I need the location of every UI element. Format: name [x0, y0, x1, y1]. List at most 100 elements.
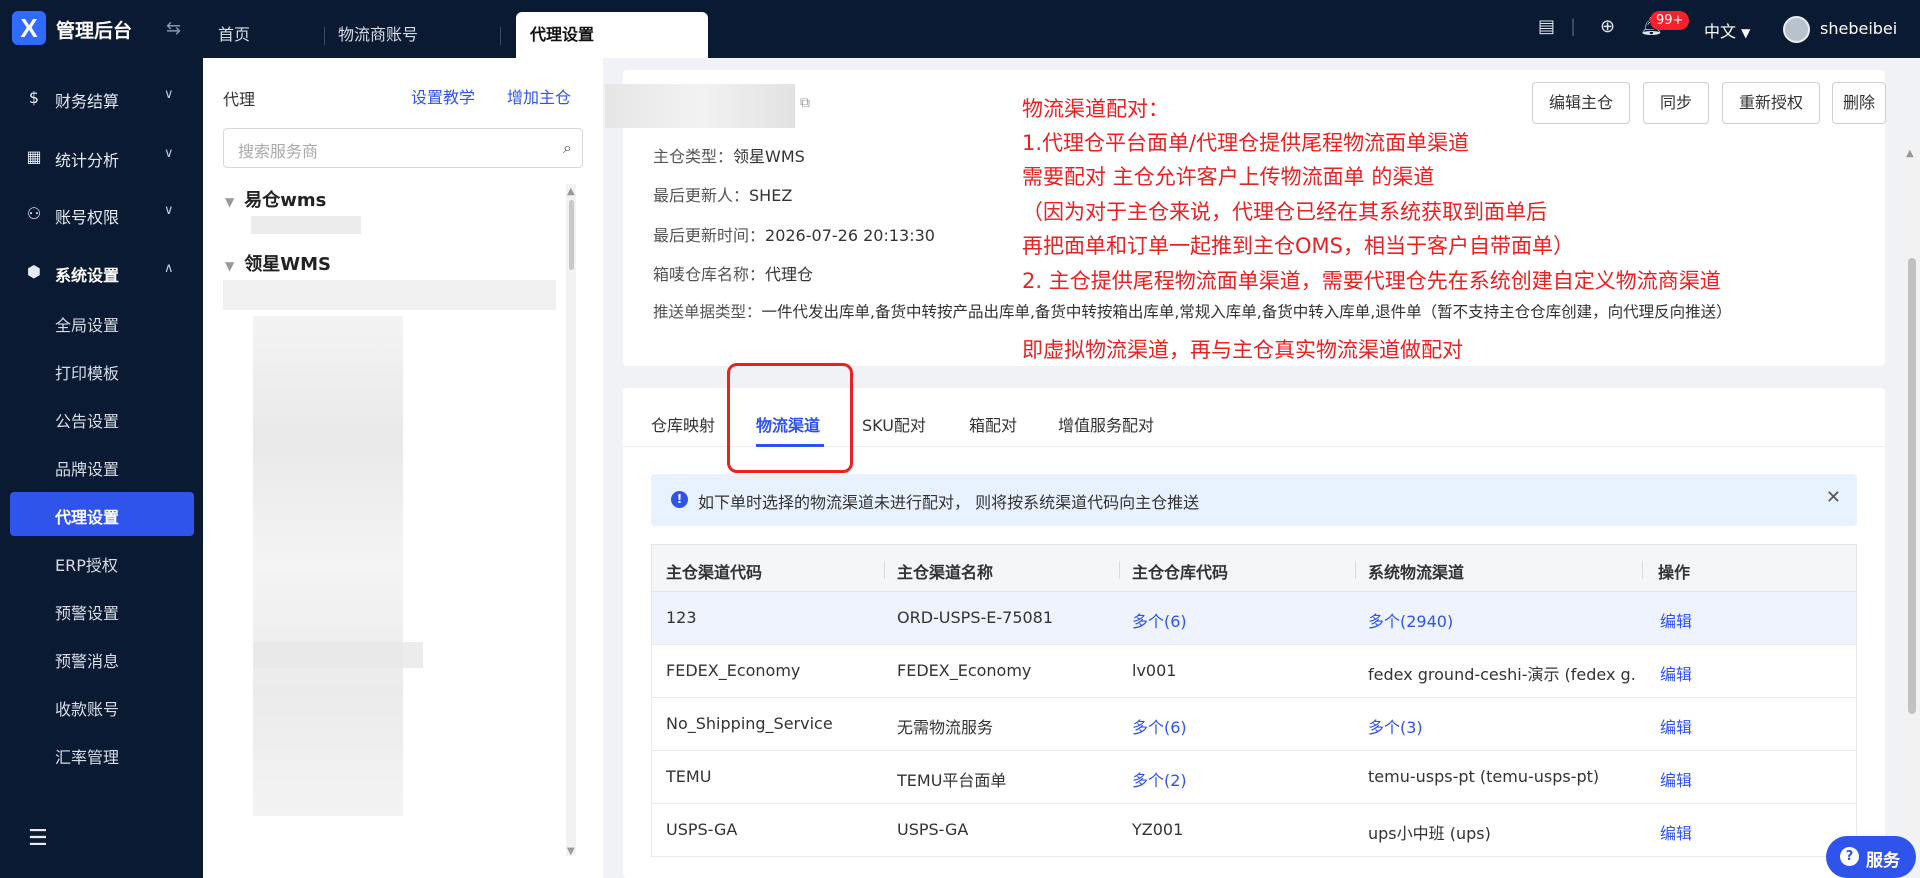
table-row[interactable]: No_Shipping_Service 无需物流服务 多个(6) 多个(3) 编…: [651, 698, 1857, 751]
table-row[interactable]: 123 ORD-USPS-E-75081 多个(6) 多个(2940) 编辑: [651, 592, 1857, 645]
sidebar-item-alert-settings[interactable]: 预警设置: [10, 588, 194, 632]
sidebar-item-finance[interactable]: $ 财务结算 ∨: [0, 78, 203, 118]
tab-divider: [324, 27, 325, 45]
edit-link[interactable]: 编辑: [1660, 820, 1692, 844]
cell-system-channel: temu-usps-pt (temu-usps-pt): [1368, 767, 1600, 786]
sidebar-item-system-settings[interactable]: ⬢ 系统设置 ∧: [0, 252, 203, 292]
cell-system-channel-link[interactable]: 多个(2940): [1368, 608, 1453, 632]
sidebar-item-alert-messages[interactable]: 预警消息: [10, 636, 194, 680]
sidebar-item-label: 预警设置: [55, 604, 120, 623]
cell-warehouse-code-link[interactable]: 多个(6): [1132, 714, 1187, 738]
sidebar-item-exchange-rate[interactable]: 汇率管理: [10, 732, 194, 776]
table-row[interactable]: USPS-GA USPS-GA YZ001 ups小中班 (ups) 编辑: [651, 804, 1857, 857]
annotation-line: 再把面单和订单一起推到主仓OMS，相当于客户自带面单）: [1022, 234, 1574, 258]
username[interactable]: shebeibei: [1820, 19, 1897, 38]
scrollbar[interactable]: [566, 184, 576, 856]
inbox-icon[interactable]: ▤: [1538, 16, 1555, 37]
panel-title: 代理: [223, 90, 256, 109]
info-label: 箱唛仓库名称：: [653, 265, 766, 284]
search-input[interactable]: 搜索服务商 ⌕: [223, 128, 583, 168]
sidebar-item-agent-settings[interactable]: 代理设置: [10, 492, 194, 536]
service-button[interactable]: ? 服务: [1826, 836, 1916, 878]
info-last-updated-by: 最后更新人：SHEZ: [653, 182, 792, 206]
scroll-up-icon[interactable]: ▲: [567, 186, 575, 197]
sidebar-item-erp[interactable]: ERP授权: [10, 540, 194, 584]
chevron-down-icon: ∨: [164, 146, 174, 161]
sidebar: $ 财务结算 ∨ ▦ 统计分析 ∨ ⚇ 账号权限 ∨ ⬢ 系统设置 ∧ 全局设置…: [0, 58, 203, 878]
sync-button[interactable]: 同步: [1643, 82, 1709, 124]
annotation-line: 需要配对 主仓允许客户上传物流面单 的渠道: [1022, 165, 1435, 189]
tab-warehouse-mapping[interactable]: 仓库映射: [651, 412, 715, 436]
tree-node-yicang[interactable]: ▼ 易仓wms: [225, 186, 326, 212]
tree-node-label: 领星WMS: [244, 254, 331, 275]
cell-channel-name: 无需物流服务: [897, 718, 994, 737]
scroll-up-icon[interactable]: ▲: [1906, 148, 1914, 159]
search-icon[interactable]: ⌕: [563, 138, 572, 158]
info-label: 主仓类型：: [653, 147, 734, 166]
sidebar-item-permissions[interactable]: ⚇ 账号权限 ∨: [0, 194, 203, 234]
tab-logistics-accounts[interactable]: 物流商账号: [338, 12, 418, 58]
org-icon: ⚇: [26, 204, 42, 223]
page-scrollbar-thumb[interactable]: [1908, 258, 1916, 714]
tab-value-added-pairing[interactable]: 增值服务配对: [1058, 412, 1154, 436]
service-label: 服务: [1866, 851, 1900, 871]
scrollbar-thumb[interactable]: [569, 200, 574, 270]
tab-box-pairing[interactable]: 箱配对: [969, 412, 1017, 436]
column-divider: [1355, 561, 1356, 579]
avatar[interactable]: [1783, 16, 1810, 43]
sidebar-item-print-templates[interactable]: 打印模板: [10, 348, 194, 392]
delete-button[interactable]: 删除: [1832, 82, 1886, 124]
language-selector[interactable]: 中文 ▼: [1704, 18, 1750, 42]
edit-main-warehouse-button[interactable]: 编辑主仓: [1532, 82, 1630, 124]
reauthorize-button[interactable]: 重新授权: [1722, 82, 1820, 124]
add-main-warehouse-link[interactable]: 增加主仓: [507, 84, 571, 108]
sidebar-item-label: 代理设置: [55, 508, 120, 527]
table-row[interactable]: TEMU TEMU平台面单 多个(2) temu-usps-pt (temu-u…: [651, 751, 1857, 804]
edit-link[interactable]: 编辑: [1660, 767, 1692, 791]
sidebar-item-brand[interactable]: 品牌设置: [10, 444, 194, 488]
sidebar-item-statistics[interactable]: ▦ 统计分析 ∨: [0, 137, 203, 177]
gear-icon: ⬢: [27, 262, 41, 281]
copy-icon[interactable]: ⧉: [800, 95, 810, 111]
tutorial-link[interactable]: 设置教学: [411, 84, 475, 108]
sidebar-item-announcements[interactable]: 公告设置: [10, 396, 194, 440]
menu-icon[interactable]: ☰: [28, 826, 48, 851]
download-icon[interactable]: ⊕: [1600, 16, 1615, 37]
sidebar-item-label: 统计分析: [55, 151, 120, 170]
cell-warehouse-code-link[interactable]: 多个(6): [1132, 608, 1187, 632]
cell-system-channel-link[interactable]: 多个(3): [1368, 714, 1423, 738]
redacted-item-selected[interactable]: [223, 280, 556, 310]
collapse-arrows-icon[interactable]: ⇆: [166, 18, 181, 39]
sidebar-item-label: 汇率管理: [55, 748, 120, 767]
info-value: 2026-07-26 20:13:30: [765, 226, 935, 245]
cell-channel-code: TEMU: [666, 767, 712, 786]
tab-sku-pairing[interactable]: SKU配对: [862, 412, 926, 436]
sidebar-item-global-settings[interactable]: 全局设置: [10, 300, 194, 344]
table-row[interactable]: FEDEX_Economy FEDEX_Economy lv001 fedex …: [651, 645, 1857, 698]
close-icon[interactable]: ✕: [1826, 487, 1841, 508]
info-label: 推送单据类型：: [653, 303, 762, 321]
edit-link[interactable]: 编辑: [1660, 608, 1692, 632]
edit-link[interactable]: 编辑: [1660, 714, 1692, 738]
sidebar-item-label: 预警消息: [55, 652, 120, 671]
cell-channel-name: USPS-GA: [897, 820, 969, 839]
tab-home[interactable]: 首页: [218, 12, 250, 58]
cell-channel-code: No_Shipping_Service: [666, 714, 833, 733]
sidebar-item-label: 财务结算: [55, 92, 120, 111]
scroll-down-icon[interactable]: ▼: [567, 846, 575, 857]
cell-warehouse-code-link[interactable]: 多个(2): [1132, 767, 1187, 791]
tab-agent-settings[interactable]: 代理设置: [516, 12, 708, 58]
tree-node-lingxing[interactable]: ▼ 领星WMS: [225, 250, 331, 276]
cell-warehouse-code: lv001: [1132, 661, 1177, 680]
annotation-line: 1.代理仓平台面单/代理仓提供尾程物流面单渠道: [1022, 131, 1470, 155]
cell-channel-name: TEMU平台面单: [897, 771, 1007, 790]
edit-link[interactable]: 编辑: [1660, 661, 1692, 685]
info-value: SHEZ: [749, 186, 793, 205]
redacted-item: [251, 216, 361, 234]
info-push-document-types: 推送单据类型：一件代发出库单,备货中转按产品出库单,备货中转按箱出库单,常规入库…: [653, 300, 1732, 322]
divider: |: [1570, 16, 1577, 37]
language-label: 中文: [1704, 22, 1737, 41]
sidebar-item-label: 全局设置: [55, 316, 120, 335]
dollar-icon: $: [28, 88, 40, 107]
sidebar-item-payment-accounts[interactable]: 收款账号: [10, 684, 194, 728]
